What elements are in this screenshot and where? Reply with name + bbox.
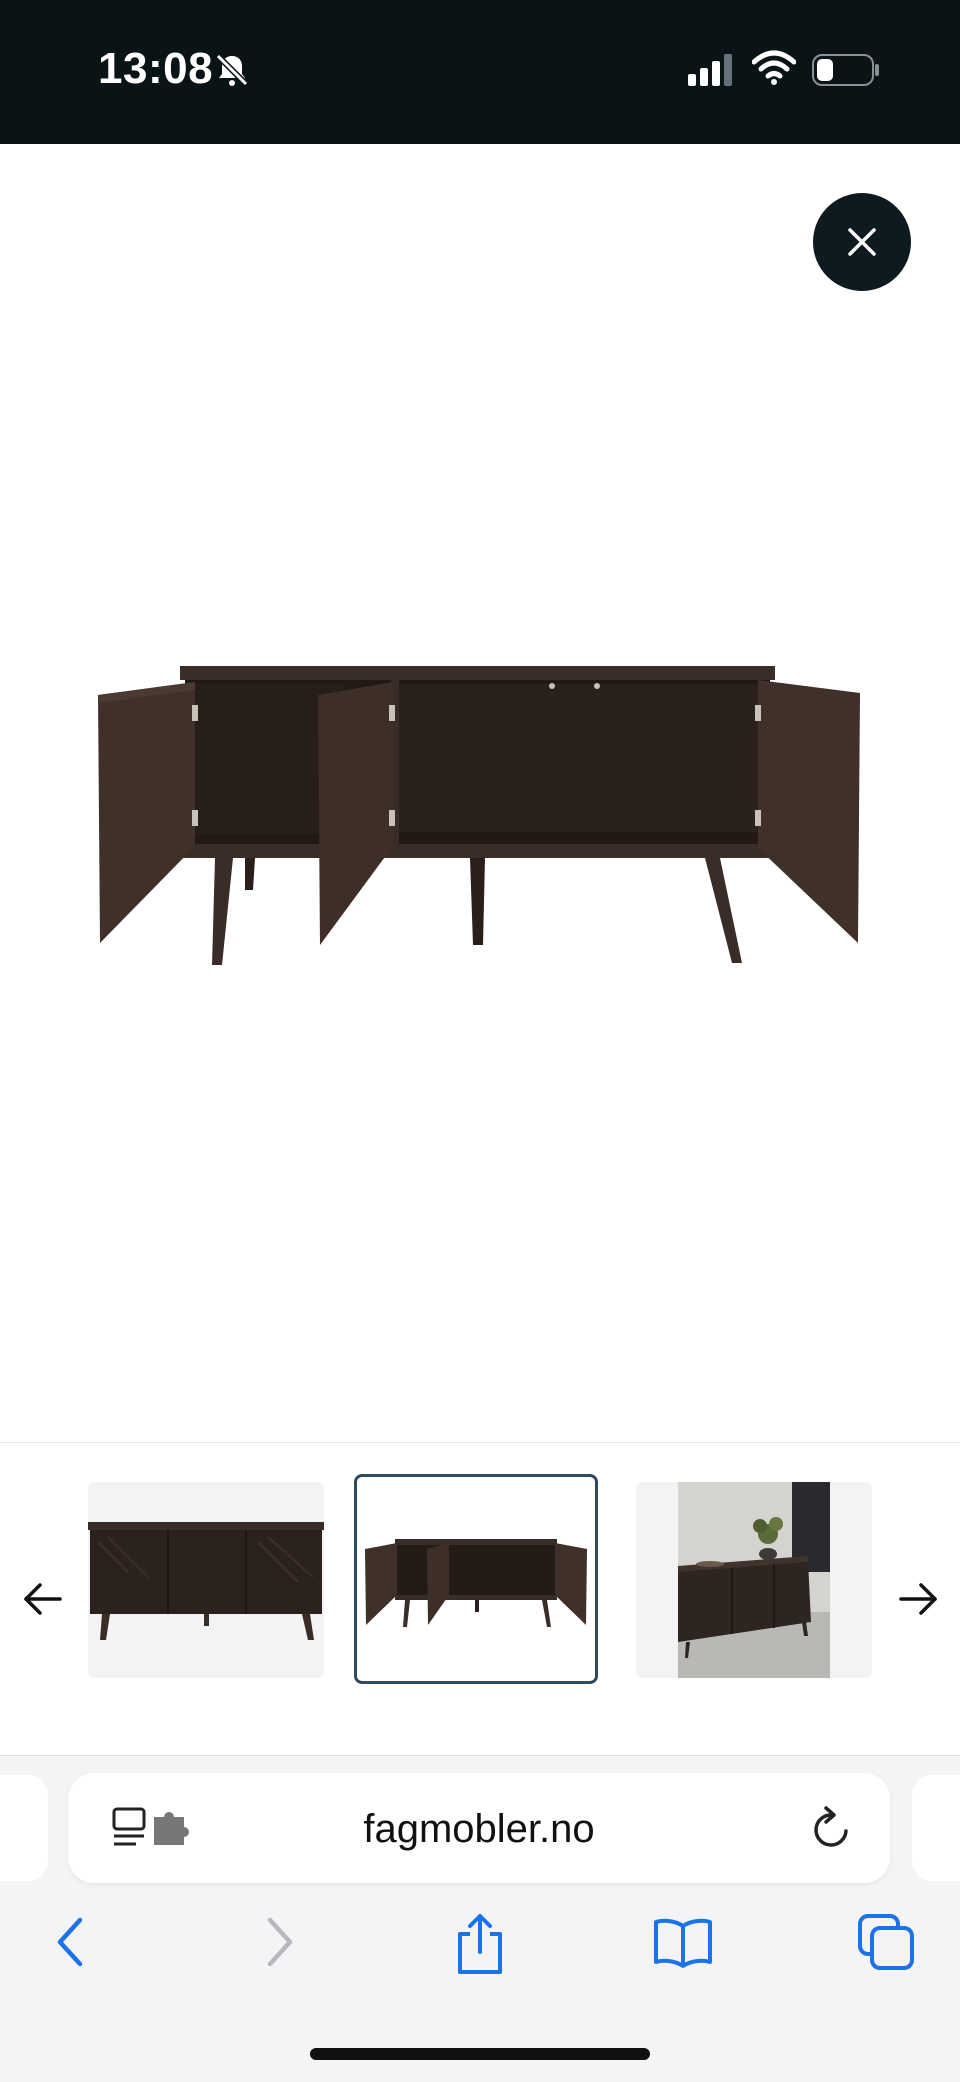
tabs-icon[interactable] (856, 1912, 916, 1977)
status-bar: 13:08 (0, 0, 960, 144)
main-product-image[interactable] (95, 660, 865, 975)
back-icon[interactable] (50, 1912, 90, 1977)
arrow-right-icon[interactable] (897, 1578, 939, 1625)
home-indicator (310, 2048, 650, 2060)
reload-icon[interactable] (810, 1805, 854, 1856)
thumbnail-sideboard-room[interactable] (636, 1482, 872, 1678)
status-time: 13:08 (98, 44, 214, 93)
wifi-icon (751, 50, 797, 91)
forward-icon[interactable] (260, 1912, 300, 1977)
cellular-signal-icon (688, 54, 736, 91)
url-text: fagmobler.no (363, 1807, 595, 1851)
next-tab-preview[interactable] (912, 1775, 960, 1881)
address-bar[interactable]: fagmobler.no (68, 1773, 890, 1883)
bell-slash-icon (212, 50, 252, 95)
bookmarks-icon[interactable] (652, 1912, 714, 1977)
battery-icon (812, 54, 880, 91)
previous-tab-preview[interactable] (0, 1775, 48, 1881)
thumbnail-sideboard-open[interactable] (354, 1474, 598, 1684)
share-icon[interactable] (452, 1912, 508, 1981)
close-icon (848, 228, 876, 256)
thumbnail-sideboard-front[interactable] (88, 1482, 324, 1678)
close-button[interactable] (813, 193, 911, 291)
arrow-left-icon[interactable] (22, 1578, 64, 1625)
